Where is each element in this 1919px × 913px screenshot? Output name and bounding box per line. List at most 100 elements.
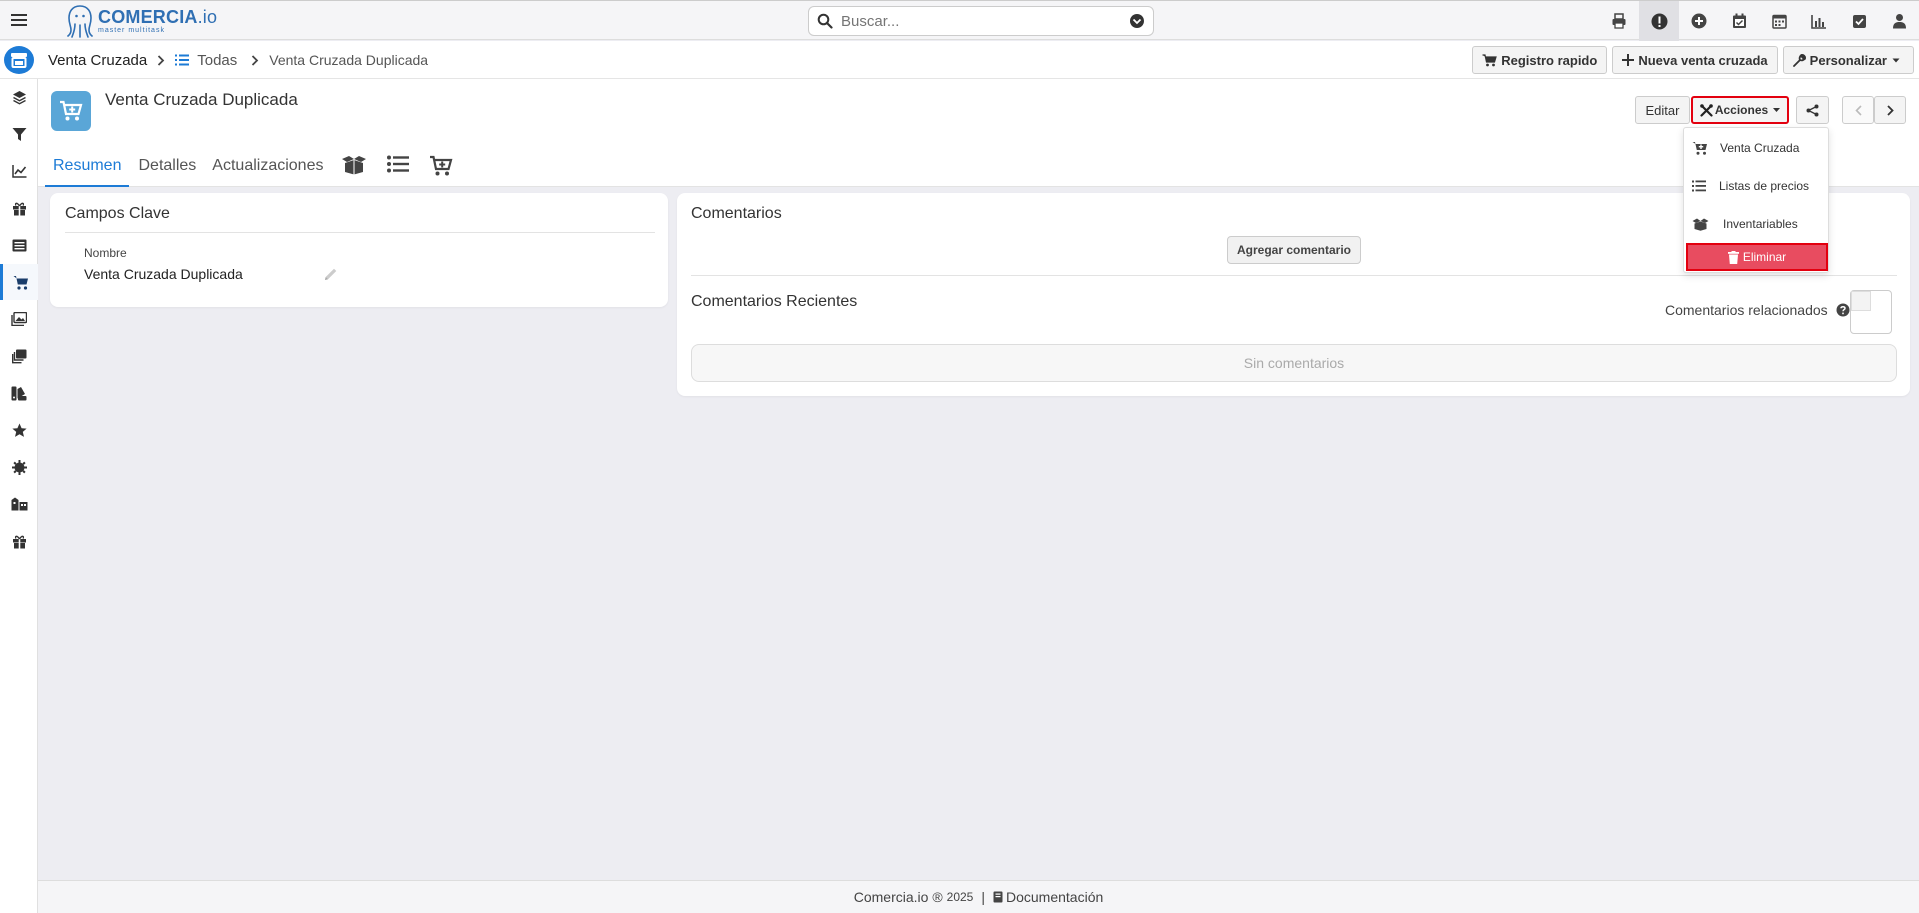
share-button[interactable] — [1796, 96, 1829, 124]
delete-button[interactable]: Eliminar — [1686, 243, 1828, 271]
new-cross-sale-button[interactable]: Nueva venta cruzada — [1612, 46, 1778, 74]
documentation-link[interactable]: Documentación — [993, 889, 1103, 905]
list-icon — [1692, 180, 1706, 192]
sidebar-item-warehouses[interactable] — [0, 486, 38, 522]
tab-resumen[interactable]: Resumen — [45, 149, 130, 187]
menu-item-cross-sale[interactable]: Venta Cruzada — [1684, 133, 1828, 163]
key-fields-panel: Campos Clave Nombre Venta Cruzada Duplic… — [50, 193, 668, 307]
gift-icon — [12, 202, 26, 215]
share-icon — [1806, 104, 1819, 116]
actions-label: Acciones — [1714, 103, 1769, 117]
breadcrumb-module[interactable]: Venta Cruzada — [48, 52, 147, 69]
name-field-label: Nombre — [84, 246, 127, 260]
breadcrumb-record: Venta Cruzada Duplicada — [269, 52, 429, 68]
top-bar: COMERCIA.io master multitask — [0, 0, 1919, 41]
alert-icon[interactable] — [1639, 1, 1679, 41]
printer-icon[interactable] — [1599, 1, 1639, 41]
search-icon — [817, 13, 833, 29]
sidebar-item-lists[interactable] — [0, 227, 38, 263]
menu-item-cross-sale-label: Venta Cruzada — [1720, 141, 1800, 155]
checkbox-icon[interactable] — [1839, 1, 1879, 41]
sidebar-item-settings[interactable] — [0, 449, 38, 485]
octopus-logo-icon — [67, 5, 93, 38]
actions-button[interactable]: Acciones — [1691, 96, 1789, 124]
question-circle-icon[interactable] — [1836, 303, 1850, 317]
empty-comments-box: Sin comentarios — [691, 344, 1897, 382]
chevron-right-icon — [1886, 104, 1894, 116]
calendar-check-icon[interactable] — [1719, 1, 1759, 41]
global-search — [808, 6, 1154, 36]
related-comments-toggle[interactable] — [1850, 290, 1892, 334]
tab-cross-sale[interactable] — [419, 149, 463, 187]
sidebar-item-stack[interactable] — [0, 338, 38, 374]
record-type-icon — [51, 91, 91, 131]
footer-brand: Comercia.io ® — [853, 889, 943, 905]
gallery-icon — [11, 312, 27, 326]
sidebar-item-gallery[interactable] — [0, 301, 38, 337]
customize-button[interactable]: Personalizar — [1782, 46, 1914, 74]
chevron-down-circle-icon[interactable] — [1129, 13, 1145, 29]
sidebar-item-promotions[interactable] — [0, 190, 38, 226]
previous-record-button[interactable] — [1842, 96, 1874, 124]
chevron-left-icon — [1854, 104, 1862, 116]
record-header: Venta Cruzada Duplicada Resumen Detalles… — [38, 79, 1919, 187]
edit-button[interactable]: Editar — [1635, 96, 1690, 124]
quick-register-button[interactable]: Registro rapido — [1472, 46, 1608, 74]
plus-icon — [1622, 54, 1635, 66]
sidebar-item-reports[interactable] — [0, 153, 38, 189]
book-icon — [993, 891, 1003, 903]
app-logo[interactable]: COMERCIA.io master multitask — [66, 3, 217, 39]
sidebar-item-gifts[interactable] — [0, 523, 38, 559]
related-comments-label: Comentarios relacionados — [1665, 302, 1828, 318]
hamburger-menu-icon[interactable] — [10, 11, 28, 29]
menu-item-price-lists[interactable]: Listas de precios — [1684, 171, 1828, 201]
caret-down-icon — [1892, 58, 1900, 62]
sidebar-item-favorites[interactable] — [0, 412, 38, 448]
tab-price-lists[interactable] — [377, 149, 419, 187]
footer-year: 2025 — [946, 890, 974, 904]
chart-line-icon — [11, 165, 26, 178]
sidebar-item-swatches[interactable] — [0, 375, 38, 411]
warehouse-icon — [11, 497, 27, 511]
footer-separator: | — [981, 889, 985, 905]
edit-label: Editar — [1645, 102, 1680, 118]
new-cross-sale-label: Nueva venta cruzada — [1638, 52, 1768, 68]
user-icon[interactable] — [1879, 1, 1919, 41]
cart-icon — [13, 275, 28, 290]
logo-suffix: .io — [197, 7, 218, 27]
add-circle-icon[interactable] — [1679, 1, 1719, 41]
chevron-right-icon — [157, 54, 165, 66]
trash-icon — [1727, 250, 1739, 264]
logo-tagline: master multitask — [98, 27, 165, 34]
tools-icon — [1700, 103, 1713, 117]
add-comment-button[interactable]: Agregar comentario — [1227, 236, 1361, 264]
list-icon — [12, 239, 26, 251]
actions-dropdown-menu: Venta Cruzada Listas de precios Inventar… — [1683, 127, 1829, 273]
menu-item-inventory-label: Inventariables — [1723, 217, 1798, 231]
tab-actualizaciones[interactable]: Actualizaciones — [204, 149, 331, 187]
breadcrumb-list[interactable]: Todas — [175, 52, 237, 69]
search-input[interactable] — [841, 12, 1129, 30]
tab-inventory[interactable] — [331, 149, 377, 187]
list-icon — [175, 54, 190, 66]
add-comment-label: Agregar comentario — [1236, 243, 1352, 257]
record-tabs: Resumen Detalles Actualizaciones — [45, 149, 463, 187]
delete-label: Eliminar — [1742, 250, 1787, 264]
tab-detalles[interactable]: Detalles — [130, 149, 204, 187]
sidebar-item-filter[interactable] — [0, 116, 38, 152]
wrench-icon — [1792, 53, 1806, 67]
next-record-button[interactable] — [1874, 96, 1906, 124]
sidebar-item-layers[interactable] — [0, 79, 38, 115]
box-open-icon — [342, 156, 367, 175]
pencil-icon[interactable] — [324, 267, 338, 281]
bar-chart-icon[interactable] — [1799, 1, 1839, 41]
swatch-icon — [11, 386, 27, 400]
menu-item-inventory[interactable]: Inventariables — [1684, 209, 1828, 239]
module-home-button[interactable] — [4, 46, 34, 74]
store-icon — [11, 53, 27, 68]
sidebar — [0, 79, 38, 913]
sidebar-item-cross-sale[interactable] — [0, 264, 38, 300]
cart-plus-icon — [430, 155, 453, 176]
related-comments-label-group: Comentarios relacionados — [1665, 302, 1850, 318]
calendar-icon[interactable] — [1759, 1, 1799, 41]
